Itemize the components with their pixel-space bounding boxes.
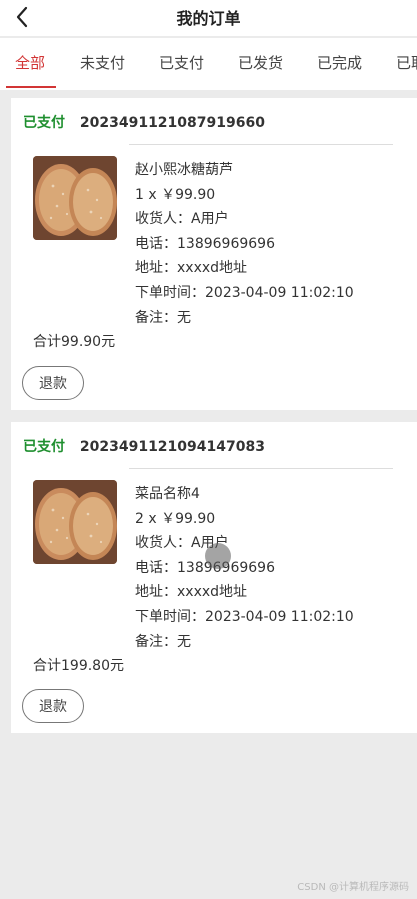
receiver: 收货人：A用户 (135, 535, 229, 552)
address: 地址：xxxxd地址 (135, 584, 248, 601)
note: 备注：无 (135, 633, 191, 650)
order-header: 已支付 2023491121087919660 (23, 112, 265, 132)
tab-cancelled[interactable]: 已取 (396, 52, 417, 73)
divider (129, 468, 393, 469)
page-title: 我的订单 (176, 9, 241, 28)
phone: 电话：13896969696 (135, 235, 275, 252)
order-card: 已支付 2023491121094147083 菜品名称4 2 x ￥99.90… (11, 422, 417, 733)
dish-name: 菜品名称4 (135, 486, 200, 502)
order-status-tabs: 全部 未支付 已支付 已发货 已完成 已取 (0, 38, 417, 90)
dish-image (33, 480, 117, 564)
note: 备注：无 (135, 309, 191, 326)
quantity-price: 2 x ￥99.90 (135, 510, 216, 527)
tab-shipped[interactable]: 已发货 (238, 52, 283, 73)
refund-button[interactable]: 退款 (22, 689, 84, 723)
order-total: 合计199.80元 (33, 658, 124, 674)
order-number: 2023491121094147083 (79, 439, 265, 455)
order-time: 下单时间：2023-04-09 11:02:10 (135, 284, 354, 301)
tab-paid[interactable]: 已支付 (159, 52, 204, 73)
order-number: 2023491121087919660 (79, 115, 265, 131)
receiver: 收货人：A用户 (135, 211, 229, 228)
address: 地址：xxxxd地址 (135, 260, 248, 277)
phone: 电话：13896969696 (135, 559, 275, 576)
touch-indicator (205, 543, 231, 569)
order-header: 已支付 2023491121094147083 (23, 436, 265, 456)
refund-button[interactable]: 退款 (22, 366, 84, 400)
order-time: 下单时间：2023-04-09 11:02:10 (135, 608, 354, 625)
dish-image (33, 156, 117, 240)
tab-all[interactable]: 全部 (15, 52, 45, 73)
divider (129, 144, 393, 145)
order-card: 已支付 2023491121087919660 赵小熙冰糖葫芦 1 x ￥99.… (11, 98, 417, 410)
quantity-price: 1 x ￥99.90 (135, 186, 216, 203)
order-status: 已支付 (23, 115, 65, 131)
watermark: CSDN @计算机程序源码 (297, 882, 409, 893)
order-total: 合计99.90元 (33, 334, 116, 350)
order-details: 赵小熙冰糖葫芦 1 x ￥99.90 收货人：A用户 电话：1389696969… (135, 158, 354, 330)
order-status: 已支付 (23, 439, 65, 455)
order-details: 菜品名称4 2 x ￥99.90 收货人：A用户 电话：13896969696 … (135, 482, 354, 654)
active-tab-indicator (6, 86, 56, 88)
tab-unpaid[interactable]: 未支付 (80, 52, 125, 73)
dish-name: 赵小熙冰糖葫芦 (135, 162, 233, 178)
app-header: 我的订单 (0, 0, 417, 36)
tab-completed[interactable]: 已完成 (317, 52, 362, 73)
